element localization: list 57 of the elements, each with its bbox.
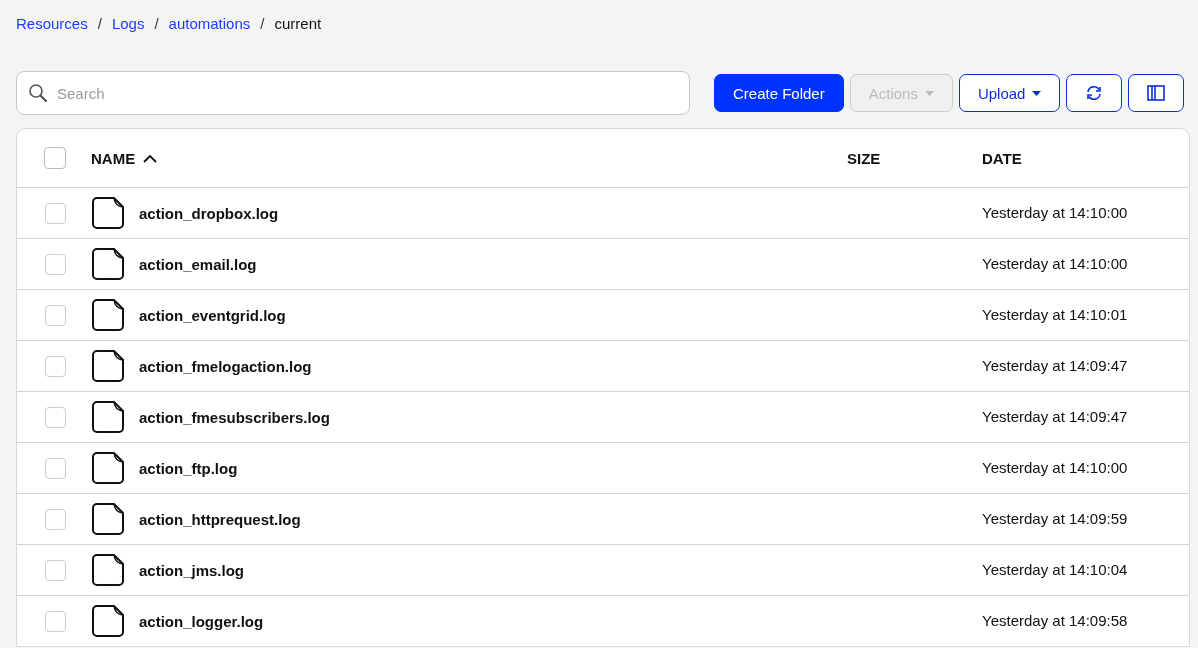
row-checkbox[interactable] (44, 508, 66, 530)
row-checkbox[interactable] (44, 610, 66, 632)
file-date: Yesterday at 14:10:00 (982, 255, 1128, 272)
breadcrumb-link[interactable]: Resources (16, 15, 88, 32)
dropdown-button[interactable]: Upload (958, 74, 1061, 112)
file-icon (91, 400, 125, 434)
column-header[interactable]: DATE (982, 149, 1022, 167)
file-icon (91, 349, 125, 383)
column-header[interactable]: SIZE (847, 149, 881, 167)
file-date: Yesterday at 14:09:58 (982, 612, 1128, 629)
row-checkbox[interactable] (44, 304, 66, 326)
file-name[interactable]: action_jms.log (139, 561, 245, 579)
search-field[interactable]: Search (16, 71, 690, 115)
row-checkbox[interactable] (44, 457, 66, 479)
refresh-button[interactable] (1066, 74, 1123, 112)
breadcrumb-separator: / (260, 15, 265, 32)
refresh-icon (1085, 84, 1104, 102)
file-name[interactable]: action_fmelogaction.log (139, 357, 312, 375)
file-icon (91, 604, 125, 638)
caret-icon (1032, 90, 1042, 96)
search-icon (28, 83, 48, 103)
file-icon (91, 298, 125, 332)
column-header[interactable]: NAME (91, 149, 136, 167)
columns-icon (1147, 85, 1166, 101)
row-checkbox[interactable] (44, 559, 66, 581)
file-name[interactable]: action_ftp.log (139, 459, 238, 477)
file-date: Yesterday at 14:10:00 (982, 204, 1128, 221)
breadcrumb-separator: / (97, 15, 102, 32)
file-date: Yesterday at 14:09:59 (982, 510, 1128, 527)
breadcrumb-link[interactable]: automations (168, 15, 251, 32)
file-icon (91, 451, 125, 485)
file-icon (91, 196, 125, 230)
file-name[interactable]: action_dropbox.log (139, 204, 279, 222)
row-checkbox[interactable] (44, 253, 66, 275)
file-name[interactable]: action_eventgrid.log (139, 306, 286, 324)
file-date: Yesterday at 14:09:47 (982, 357, 1128, 374)
file-name[interactable]: action_email.log (139, 255, 257, 273)
row-checkbox[interactable] (44, 406, 66, 428)
breadcrumb-current: current (274, 15, 322, 32)
columns-button[interactable] (1128, 74, 1185, 112)
file-icon (91, 502, 125, 536)
select-all-checkbox[interactable] (44, 147, 66, 169)
file-icon (91, 553, 125, 587)
file-name[interactable]: action_httprequest.log (139, 510, 301, 528)
file-name[interactable]: action_fmesubscribers.log (139, 408, 330, 426)
file-icon (91, 247, 125, 281)
file-name[interactable]: action_logger.log (139, 612, 264, 630)
file-date: Yesterday at 14:09:47 (982, 408, 1128, 425)
file-date: Yesterday at 14:10:01 (982, 306, 1128, 323)
row-checkbox[interactable] (44, 355, 66, 377)
breadcrumb-separator: / (154, 15, 159, 32)
breadcrumb-link[interactable]: Logs (111, 15, 145, 32)
create-folder-button[interactable]: Create Folder (714, 74, 844, 112)
file-date: Yesterday at 14:10:00 (982, 459, 1128, 476)
caret-icon (924, 90, 934, 96)
row-checkbox[interactable] (44, 202, 66, 224)
file-date: Yesterday at 14:10:04 (982, 561, 1128, 578)
